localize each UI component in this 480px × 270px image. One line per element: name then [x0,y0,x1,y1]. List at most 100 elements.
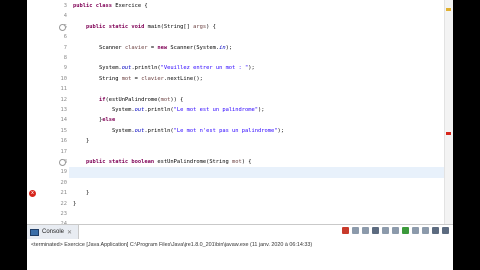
code-token: System. [73,65,122,72]
code-token: main(String[] [144,23,194,30]
tab-console[interactable]: Console ✕ [27,225,80,239]
display-selected-console-icon[interactable] [412,227,419,234]
code-token: )) { [170,96,184,103]
line-number: 6 [63,34,67,41]
code-token: new [157,44,168,51]
console-toolbar [342,227,449,234]
code-token: } [73,190,90,197]
code-line[interactable]: System.out.println("Le mot n'est pas un … [73,126,453,136]
close-icon[interactable]: ✕ [67,229,72,236]
code-line[interactable] [73,11,453,21]
code-token: out [134,127,145,134]
line-number: 23 [60,211,68,217]
warning-marker-icon[interactable] [446,8,451,11]
code-line[interactable] [73,178,453,188]
code-token: .println( [131,65,161,72]
code-token: ) { [241,159,252,165]
code-token: clavier [141,75,164,82]
code-token: ); [248,65,255,72]
code-token: String [73,75,122,82]
code-token: "Le mot n'est pas un palindrome" [173,127,278,134]
code-line[interactable] [73,209,453,219]
error-icon[interactable]: x [29,189,36,197]
eclipse-window: 3456789101112131415161718192021x222324 p… [27,0,453,270]
line-number: 14 [60,117,68,124]
code-line[interactable]: Scanner clavier = new Scanner(System.in)… [73,43,453,53]
overview-ruler[interactable] [444,0,453,224]
fold-toggle-icon[interactable] [59,23,66,31]
code-token: ); [277,127,285,134]
code-token: mot [160,96,171,103]
code-line[interactable]: } [73,199,453,209]
code-line[interactable] [73,53,453,63]
code-line[interactable] [69,167,453,178]
line-number: 8 [63,55,67,61]
pin-console-icon[interactable] [402,227,409,234]
code-token: .println( [144,127,174,134]
console-icon [30,228,39,236]
line-number: 17 [60,148,68,155]
code-token: out [134,107,145,113]
line-number: 20 [60,179,68,186]
maximize-icon[interactable] [442,227,449,234]
code-token: mot [121,75,132,82]
line-number: 15 [60,127,68,134]
fold-toggle-icon[interactable] [59,159,66,166]
code-token: } [73,200,77,207]
open-console-icon[interactable] [422,227,429,234]
console-status: <terminated> Exercice [Java Application]… [31,242,313,248]
code-line[interactable]: } [73,188,453,198]
line-number: 7 [63,44,67,51]
code-token: ); [258,107,265,113]
code-line[interactable]: } [73,136,453,146]
word-wrap-icon[interactable] [392,227,399,234]
line-number: 10 [60,75,68,82]
code-token: System. [73,107,135,113]
console-output[interactable] [27,251,453,270]
code-token: estUnPalindrome(String [154,159,233,165]
code-token: } [73,138,90,145]
line-number: 12 [60,96,68,103]
code-token: .println( [144,107,174,113]
line-number: 22 [60,200,68,207]
code-token: Exercice { [111,3,148,9]
code-line[interactable]: public static void main(String[] args) { [73,22,453,32]
code-token: ); [225,44,233,51]
line-number-gutter: 3456789101112131415161718192021x222324 [27,0,69,227]
code-line[interactable]: System.out.println("Le mot est un palind… [73,105,453,115]
code-token: "Le mot est un palindrome" [173,107,259,113]
code-token: Scanner [73,44,125,51]
clear-console-icon[interactable] [372,227,379,234]
line-number: 9 [63,65,67,72]
code-token: public class [73,3,112,9]
code-token: = [147,44,158,51]
code-line[interactable] [73,32,453,42]
line-number: 13 [60,107,68,113]
code-editor[interactable]: 3456789101112131415161718192021x222324 p… [27,0,453,227]
code-area[interactable]: public class Exercice { public static vo… [69,0,453,224]
code-token: ) { [206,23,216,30]
error-marker-icon[interactable] [446,132,451,135]
code-line[interactable]: public class Exercice { [73,1,453,11]
code-line[interactable] [73,84,453,94]
minimize-icon[interactable] [432,227,439,234]
code-token: else [102,117,116,124]
line-number: 16 [60,138,68,145]
code-line[interactable]: if(estUnPalindrome(mot)) { [73,95,453,105]
code-token: public static boolean [85,159,155,165]
code-line[interactable]: System.out.println("Veuillez entrer un m… [73,63,453,73]
remove-launch-icon[interactable] [352,227,359,234]
code-line[interactable]: String mot = clavier.nextLine(); [73,74,453,84]
code-line[interactable]: }else [73,115,453,125]
code-token: args [193,23,207,30]
code-token: "Veuillez entrer un mot : " [160,65,249,72]
line-number: 19 [60,169,68,176]
code-token: mot [232,159,242,165]
remove-all-icon[interactable] [362,227,369,234]
terminate-icon[interactable] [342,227,349,234]
code-line[interactable] [73,147,453,157]
code-line[interactable]: public static boolean estUnPalindrome(St… [73,157,453,167]
scroll-lock-icon[interactable] [382,227,389,234]
